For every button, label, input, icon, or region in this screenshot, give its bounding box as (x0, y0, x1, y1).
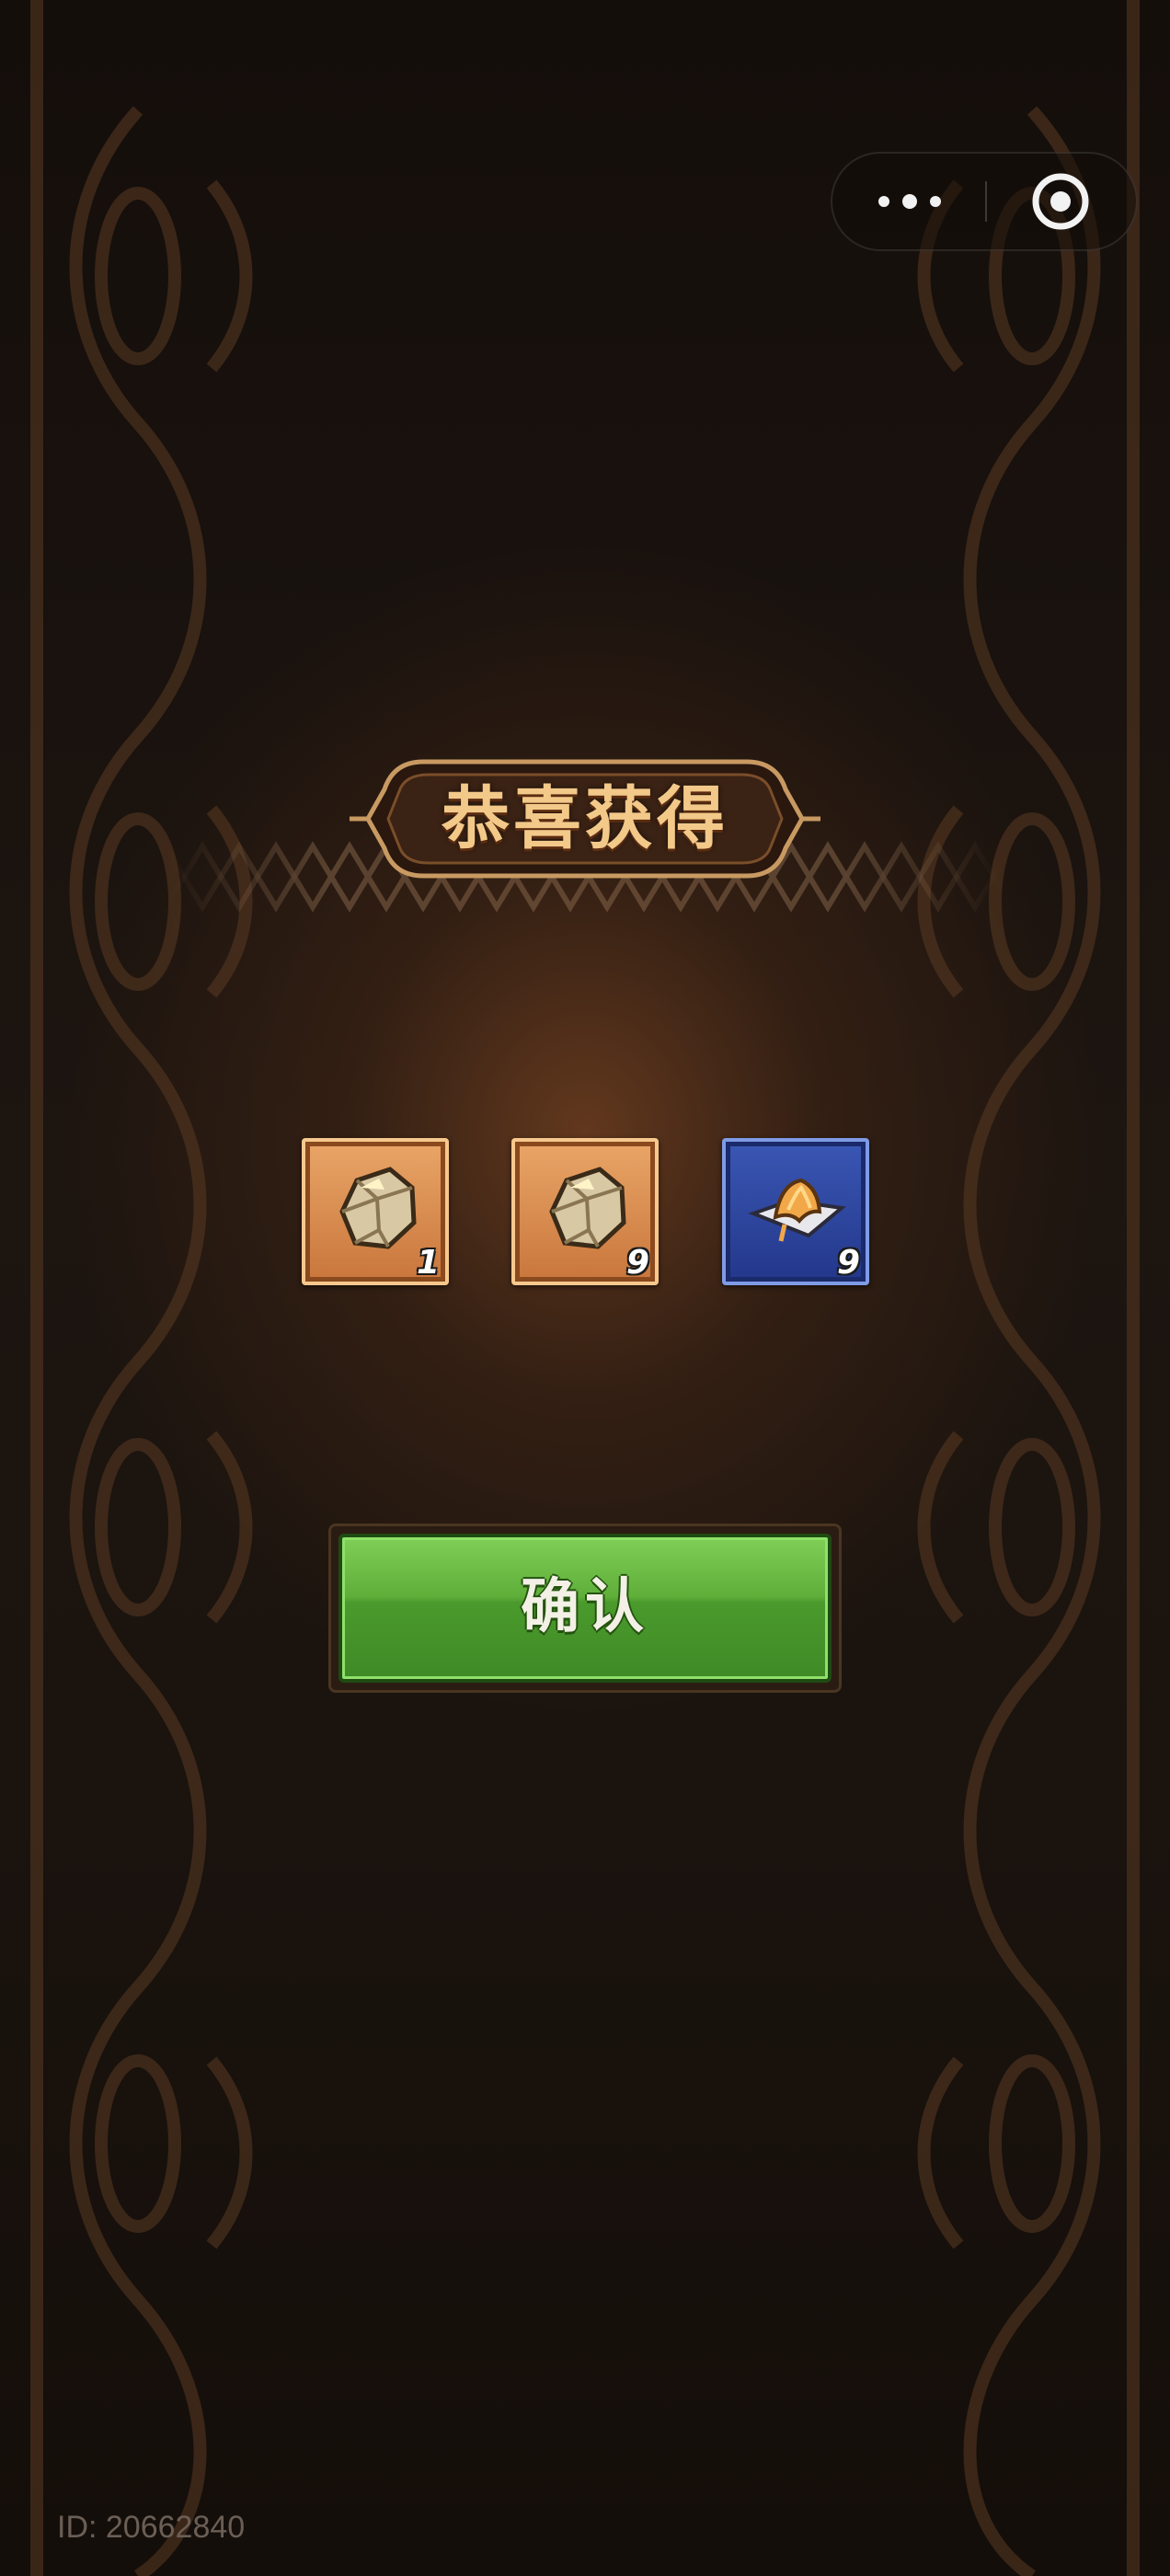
more-dots-icon (878, 196, 889, 207)
right-ornament-decoration (917, 0, 1140, 2576)
left-ornament-decoration (30, 0, 253, 2576)
close-miniprogram-button[interactable] (987, 154, 1138, 249)
game-screen: 恭喜获得 1 9 9 确认 ID: 20662840 (0, 0, 1170, 2576)
confirm-button[interactable]: 确认 (328, 1524, 842, 1693)
ore-rock-icon (549, 1167, 626, 1249)
confirm-button-face: 确认 (338, 1534, 832, 1683)
menu-capsule (831, 152, 1138, 251)
ore-rock-icon (339, 1167, 417, 1249)
reward-item-ore-2[interactable]: 9 (511, 1138, 659, 1285)
reward-count: 1 (416, 1244, 440, 1282)
more-dots-icon-right (930, 196, 941, 207)
reward-title: 恭喜获得 (442, 779, 728, 858)
reward-count: 9 (836, 1244, 860, 1282)
more-options-button[interactable] (832, 154, 985, 249)
reward-title-banner: 恭喜获得 (350, 754, 820, 883)
reward-item-scroll[interactable]: 9 (722, 1138, 869, 1285)
more-dots-icon-center (902, 194, 917, 209)
reward-item-ore-1[interactable]: 1 (302, 1138, 449, 1285)
magic-scroll-icon (748, 1178, 846, 1242)
player-id-label: ID: 20662840 (57, 2510, 246, 2545)
confirm-button-label: 确认 (521, 1573, 649, 1641)
reward-count: 9 (625, 1244, 649, 1282)
close-circle-icon (1032, 173, 1089, 230)
